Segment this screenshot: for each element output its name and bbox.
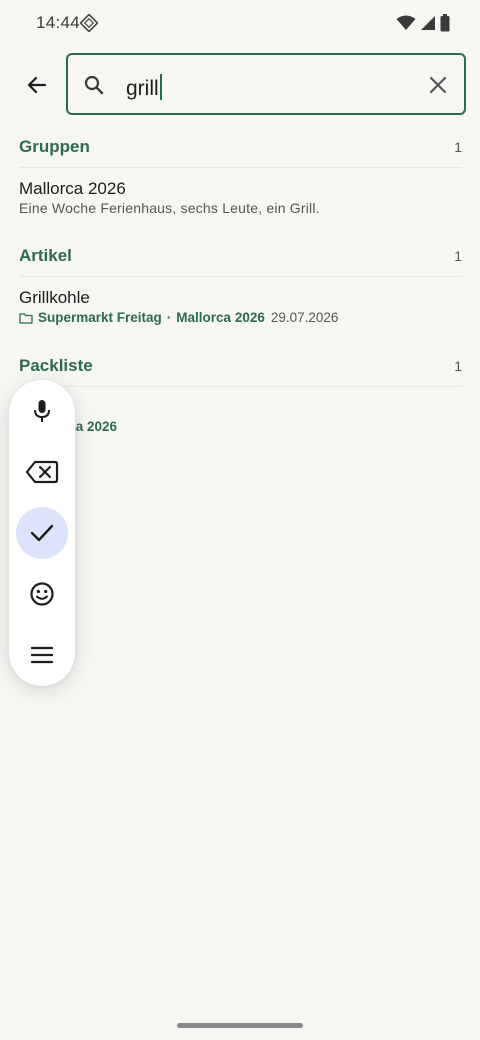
backspace-icon — [25, 460, 59, 484]
section-header-groups: Gruppen 1 — [19, 137, 462, 168]
signal-icon — [421, 16, 435, 30]
folder-icon — [19, 312, 33, 324]
emoji-button[interactable] — [16, 568, 68, 620]
result-title: Grillkohle — [19, 288, 90, 307]
search-query: grill — [126, 77, 159, 100]
section-header-articles: Artikel 1 — [19, 246, 462, 277]
menu-icon — [30, 646, 54, 664]
status-icons — [396, 12, 450, 34]
section-title: Artikel — [19, 246, 72, 265]
text-caret — [159, 74, 162, 100]
section-header-packlist: Packliste 1 — [19, 356, 462, 387]
status-bar: 14:44 — [0, 0, 480, 48]
list-name: Supermarkt Freitag — [38, 310, 162, 325]
status-time: 14:44 — [36, 13, 81, 32]
breadcrumb-separator: · — [166, 310, 172, 325]
battery-icon — [440, 14, 450, 32]
menu-button[interactable] — [16, 629, 68, 681]
search-input[interactable]: grill — [126, 74, 162, 101]
back-button[interactable] — [14, 62, 60, 108]
diamond-notification-icon — [80, 14, 98, 32]
arrow-back-icon — [27, 76, 47, 94]
check-icon — [30, 524, 54, 542]
search-icon — [84, 75, 104, 95]
result-breadcrumb: Supermarkt Freitag · Mallorca 2026 29.07… — [19, 310, 338, 325]
clear-search-button[interactable] — [422, 69, 454, 101]
section-count: 1 — [454, 248, 462, 264]
wifi-icon — [396, 15, 416, 30]
result-date: 29.07.2026 — [270, 310, 339, 325]
group-result-item[interactable]: Mallorca 2026 Eine Woche Ferienhaus, sec… — [0, 172, 480, 224]
smiley-icon — [30, 582, 54, 606]
close-icon — [429, 76, 447, 94]
floating-toolbar — [9, 380, 75, 686]
section-title: Gruppen — [19, 137, 90, 156]
section-title: Packliste — [19, 356, 93, 375]
search-field[interactable]: grill — [66, 53, 466, 115]
group-name: Mallorca 2026 — [176, 310, 265, 325]
microphone-icon — [34, 400, 50, 422]
search-header: grill — [0, 52, 480, 120]
result-subtitle: Eine Woche Ferienhaus, sechs Leute, ein … — [19, 200, 320, 216]
article-result-item[interactable]: Grillkohle Supermarkt Freitag · Mallorca… — [0, 281, 480, 333]
section-count: 1 — [454, 358, 462, 374]
result-title: Mallorca 2026 — [19, 179, 126, 198]
backspace-button[interactable] — [16, 446, 68, 498]
home-indicator[interactable] — [177, 1023, 303, 1028]
section-count: 1 — [454, 139, 462, 155]
confirm-button[interactable] — [16, 507, 68, 559]
voice-input-button[interactable] — [16, 385, 68, 437]
